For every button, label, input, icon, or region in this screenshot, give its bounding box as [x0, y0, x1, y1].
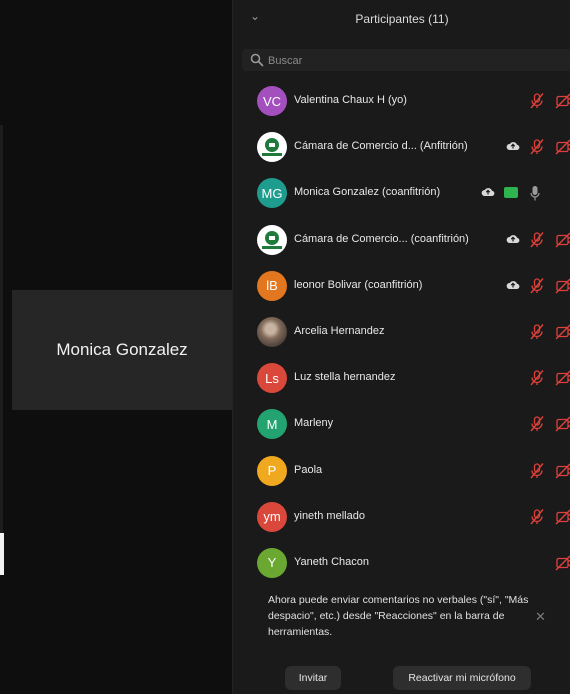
participant-row[interactable]: MG Monica Gonzalez (coanfitrión): [233, 170, 570, 216]
avatar: M: [257, 409, 287, 440]
participant-name: Luz stella hernandez: [294, 371, 396, 384]
mic-muted-icon[interactable]: [529, 92, 545, 110]
mic-muted-icon[interactable]: [529, 415, 545, 433]
avatar: MG: [257, 178, 287, 209]
avatar: VC: [257, 86, 287, 116]
participant-name: Marleny: [294, 417, 334, 430]
organization-logo-icon: [262, 230, 282, 249]
video-on-icon: [504, 187, 518, 199]
search-input[interactable]: [266, 51, 570, 71]
mic-muted-icon[interactable]: [529, 462, 545, 480]
avatar: Y: [257, 547, 287, 578]
participant-row[interactable]: P Paola: [233, 448, 570, 494]
participant-name: Monica Gonzalez (coanfitrión): [294, 186, 441, 199]
avatar: [257, 132, 287, 163]
video-off-icon[interactable]: [555, 278, 570, 294]
video-off-icon[interactable]: [555, 555, 570, 571]
active-speaker-name: Monica Gonzalez: [56, 340, 188, 359]
cloud-upload-icon: [481, 188, 495, 197]
invite-button[interactable]: Invitar: [285, 666, 341, 690]
mic-muted-icon[interactable]: [529, 277, 545, 295]
participant-name: Arcelia Hernandez: [294, 324, 385, 337]
avatar: Ls: [257, 363, 287, 394]
avatar: P: [257, 455, 287, 486]
participant-name: Cámara de Comercio d... (Anfitrión): [294, 140, 468, 153]
mic-muted-icon[interactable]: [529, 508, 545, 526]
close-icon[interactable]: ✕: [535, 609, 546, 625]
avatar: ym: [257, 501, 287, 532]
participant-name: Yaneth Chacon: [294, 555, 370, 568]
participant-row[interactable]: VC Valentina Chaux H (yo): [233, 78, 570, 124]
reactions-notice: Ahora puede enviar comentarios no verbal…: [268, 594, 529, 638]
mic-muted-icon[interactable]: [529, 231, 545, 249]
participant-name: Valentina Chaux H (yo): [294, 94, 407, 106]
avatar: [257, 316, 287, 347]
active-speaker-tile: Monica Gonzalez: [12, 290, 232, 410]
participant-row[interactable]: Ls Luz stella hernandez: [233, 355, 570, 401]
video-off-icon[interactable]: [555, 324, 570, 340]
participant-row[interactable]: Cámara de Comercio... (coanfitrión): [233, 217, 570, 263]
avatar: lB: [257, 270, 287, 301]
panel-title: Participantes (11): [355, 12, 449, 26]
video-off-icon[interactable]: [555, 139, 570, 155]
video-off-icon[interactable]: [555, 232, 570, 248]
video-off-icon[interactable]: [555, 416, 570, 432]
video-off-icon[interactable]: [555, 370, 570, 386]
participant-name: Paola: [294, 463, 323, 476]
mic-muted-icon[interactable]: [529, 138, 545, 156]
participant-name: leonor Bolivar (coanfitrión): [294, 278, 423, 291]
cloud-upload-icon: [506, 280, 520, 289]
participant-row[interactable]: Y Yaneth Chacon: [233, 540, 570, 586]
participant-row[interactable]: ym yineth mellado: [233, 494, 570, 540]
video-off-icon[interactable]: [555, 93, 570, 109]
participant-name: Cámara de Comercio... (coanfitrión): [294, 232, 469, 245]
participant-name: yineth mellado: [294, 509, 365, 522]
search-box: [242, 49, 570, 71]
participant-row[interactable]: M Marleny: [233, 401, 570, 447]
video-off-icon[interactable]: [555, 463, 570, 479]
video-edge-strip: [0, 125, 3, 575]
microphone-icon[interactable]: [530, 184, 540, 202]
panel-header: ⌄ Participantes (11): [233, 0, 570, 40]
video-area: Monica Gonzalez: [0, 0, 232, 694]
mic-muted-icon[interactable]: [529, 369, 545, 387]
video-off-icon[interactable]: [555, 509, 570, 525]
organization-logo-icon: [262, 138, 282, 157]
video-edge-highlight: [0, 533, 4, 575]
participant-list: VC Valentina Chaux H (yo) Cámara de Comerc…: [233, 78, 570, 586]
participant-row[interactable]: Arcelia Hernandez: [233, 309, 570, 355]
cloud-upload-icon: [506, 234, 520, 243]
unmute-button[interactable]: Reactivar mi micrófono: [393, 666, 531, 690]
participants-panel: ⌄ Participantes (11) VC Valentina Chaux H…: [232, 0, 570, 694]
search-icon: [250, 53, 264, 67]
participant-row[interactable]: Cámara de Comercio d... (Anfitrión): [233, 124, 570, 170]
avatar: [257, 224, 287, 255]
mic-muted-icon[interactable]: [529, 323, 545, 341]
cloud-upload-icon: [506, 142, 520, 151]
participant-row[interactable]: lB leonor Bolivar (coanfitrión): [233, 263, 570, 309]
